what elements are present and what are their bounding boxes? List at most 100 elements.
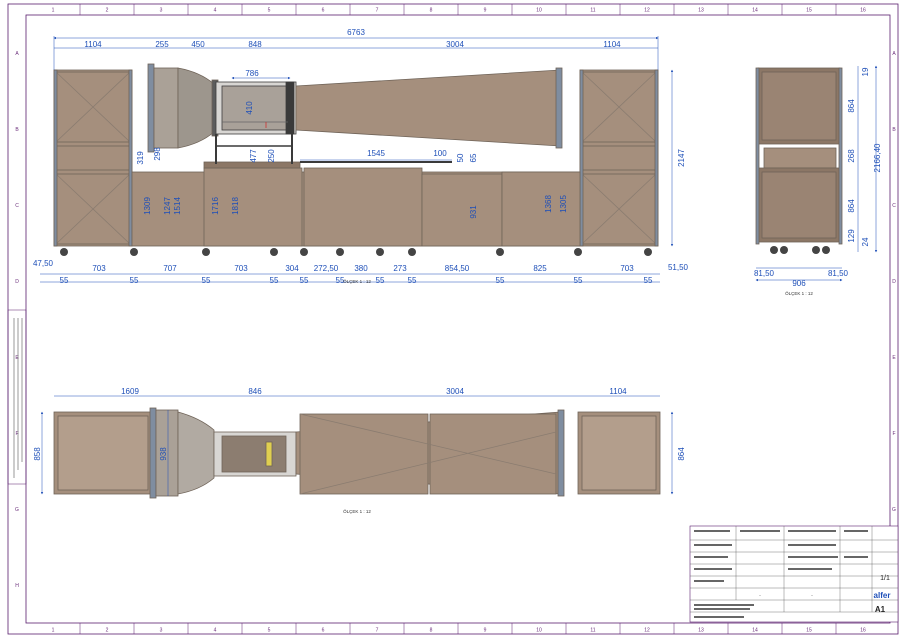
top-dim-1: 1609 <box>121 387 139 396</box>
top-dim-3: 3004 <box>446 387 464 396</box>
zone-column-16-bottom: 16 <box>860 628 866 634</box>
zone-column-7-bottom: 7 <box>376 628 379 634</box>
zone-column-4-bottom: 4 <box>214 628 217 634</box>
zone-column-8-top: 8 <box>430 8 433 14</box>
side-view: 19 864 268 2166,40 864 129 24 81,50 81,5… <box>754 65 882 296</box>
lower-duct <box>131 134 581 247</box>
dim-bottom-5: 272,50 <box>314 264 339 273</box>
dim-100: 100 <box>433 149 447 158</box>
zone-column-12-bottom: 12 <box>644 628 650 634</box>
zone-column-10-bottom: 10 <box>536 628 542 634</box>
weight-value: -- <box>811 593 813 597</box>
side-dim-19: 19 <box>861 67 870 76</box>
zone-column-5-bottom: 5 <box>268 628 271 634</box>
dim-bottom-2: 707 <box>163 264 177 273</box>
side-dim-864-top: 864 <box>847 99 856 113</box>
dim-1247: 1247 <box>163 197 172 215</box>
foot-dimension-label: 55 <box>202 276 211 285</box>
dim-bottom-7: 273 <box>393 264 407 273</box>
zone-column-5-top: 5 <box>268 8 271 14</box>
side-dim-right-offset: 81,50 <box>828 269 849 278</box>
front-view-scale-label: ÖLÇEK 1 : 12 <box>343 278 371 284</box>
dim-segment-5: 3004 <box>446 40 464 49</box>
foot-dimension-label: 55 <box>300 276 309 285</box>
dim-bottom-6: 380 <box>354 264 368 273</box>
dim-overall-height: 2147 <box>677 149 686 167</box>
zone-column-6-bottom: 6 <box>322 628 325 634</box>
technical-drawing-sheet: 1122334455667788991010111112121313141415… <box>7 3 899 635</box>
zone-column-16-top: 16 <box>860 8 866 14</box>
caster-wheel <box>300 248 308 256</box>
side-dim-864-bottom: 864 <box>847 199 856 213</box>
top-dim-left: 858 <box>33 447 42 461</box>
foot-dimension-label: 55 <box>644 276 653 285</box>
side-dim-width: 906 <box>792 279 806 288</box>
zone-column-14-top: 14 <box>752 8 758 14</box>
sheet-size: A1 <box>875 605 886 614</box>
foot-dimension-label: 55 <box>376 276 385 285</box>
side-view-scale-label: ÖLÇEK 1 : 12 <box>785 290 813 296</box>
zone-column-12-top: 12 <box>644 8 650 14</box>
foot-dimension-label: 55 <box>408 276 417 285</box>
zone-column-11-bottom: 11 <box>590 628 595 634</box>
zone-column-15-top: 15 <box>806 8 812 14</box>
zone-column-4-top: 4 <box>214 8 217 14</box>
front-bottom-dimensions: 47,50 51,50 703 707 703 304 272,50 380 2… <box>33 259 689 285</box>
zone-row-D-right: D <box>892 279 896 285</box>
zone-column-14-bottom: 14 <box>752 628 758 634</box>
zone-row-A-right: A <box>892 51 896 57</box>
zone-row-G-left: G <box>15 507 19 513</box>
dim-1305: 1305 <box>559 195 568 213</box>
side-dim-268: 268 <box>847 149 856 163</box>
dim-250: 250 <box>267 149 276 163</box>
dim-1514: 1514 <box>173 197 182 215</box>
caster-wheel <box>496 248 504 256</box>
zone-row-E-right: E <box>892 355 896 361</box>
dim-bottom-8: 854,50 <box>445 264 470 273</box>
title-block: -- -- 1/1 alfer A1 <box>689 525 899 623</box>
zone-column-8-bottom: 8 <box>430 628 433 634</box>
zone-column-1-top: 1 <box>52 8 55 14</box>
dim-931: 931 <box>469 205 478 219</box>
dim-1818: 1818 <box>231 197 240 215</box>
zone-column-13-top: 13 <box>698 8 704 14</box>
zone-row-B-left: B <box>15 127 19 133</box>
diffuser <box>295 67 563 149</box>
caster-wheel <box>574 248 582 256</box>
dim-segment-2: 255 <box>155 40 169 49</box>
zone-column-2-bottom: 2 <box>106 628 109 634</box>
dim-319: 319 <box>136 151 145 165</box>
caster-wheel <box>130 248 138 256</box>
dim-1309: 1309 <box>143 197 152 215</box>
side-dim-left-offset: 81,50 <box>754 269 775 278</box>
zone-row-F-right: F <box>892 431 895 437</box>
zone-row-C-left: C <box>15 203 19 209</box>
sheet-number: 1/1 <box>880 575 890 582</box>
zone-column-6-top: 6 <box>322 8 325 14</box>
dim-bottom-9: 825 <box>533 264 547 273</box>
foot-dimension-label: 55 <box>574 276 583 285</box>
zone-row-A-left: A <box>15 51 19 57</box>
test-section <box>215 81 297 135</box>
dim-477: 477 <box>249 149 258 163</box>
zone-row-C-right: C <box>892 203 896 209</box>
front-casters <box>60 248 652 256</box>
zone-column-7-top: 7 <box>376 8 379 14</box>
right-cabinet <box>579 69 659 247</box>
zone-column-2-top: 2 <box>106 8 109 14</box>
zone-column-9-top: 9 <box>484 8 487 14</box>
left-note-strip <box>7 309 27 485</box>
caster-wheel <box>376 248 384 256</box>
material-value: -- <box>759 593 761 597</box>
dim-bottom-1: 703 <box>92 264 106 273</box>
top-view-scale-label: ÖLÇEK 1 : 12 <box>343 508 371 514</box>
foot-dimension-label: 55 <box>270 276 279 285</box>
zone-column-13-bottom: 13 <box>698 628 704 634</box>
dim-right-offset: 51,50 <box>668 263 689 272</box>
dim-1545: 1545 <box>367 149 385 158</box>
foot-dimension-label: 55 <box>130 276 139 285</box>
dim-1368: 1368 <box>544 195 553 213</box>
dim-segment-1: 1104 <box>84 40 102 49</box>
zone-row-H-left: H <box>15 583 19 589</box>
dim-50: 50 <box>456 153 465 162</box>
